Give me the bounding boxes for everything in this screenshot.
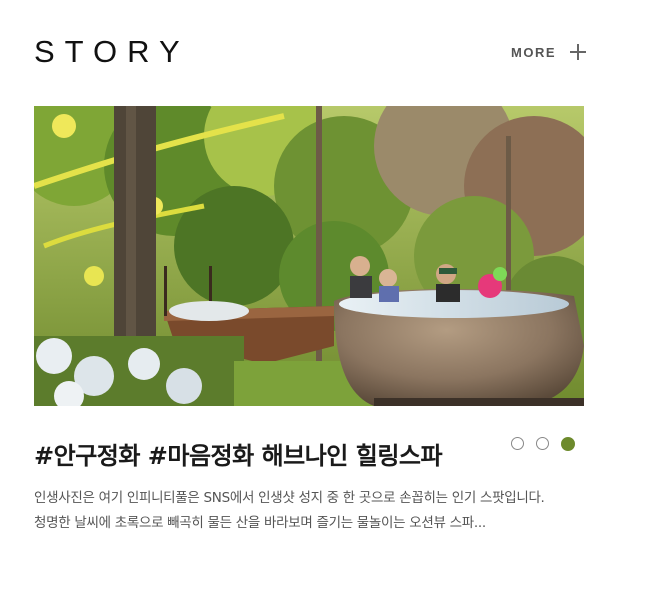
more-label: MORE (511, 44, 556, 60)
description-line: 인생사진은 여기 인피니티풀은 SNS에서 인생샷 성지 중 한 곳으로 손꼽히… (34, 490, 545, 506)
pager-dot-2[interactable] (536, 437, 549, 450)
pagination (511, 437, 575, 451)
pager-dot-1[interactable] (511, 437, 524, 450)
more-link[interactable]: MORE (511, 44, 586, 60)
story-description: 인생사진은 여기 인피니티풀은 SNS에서 인생샷 성지 중 한 곳으로 손꼽히… (34, 486, 594, 536)
section-title: STORY (34, 34, 190, 69)
pager-dot-3-active[interactable] (561, 437, 575, 451)
story-photo[interactable] (34, 106, 584, 406)
plus-icon (570, 44, 586, 60)
story-title[interactable]: #안구정화 #마음정화 해브나인 힐링스파 (34, 436, 443, 471)
description-line: 청명한 날씨에 초록으로 빼곡히 물든 산을 바라보며 즐기는 물놀이는 오션뷰… (34, 515, 486, 531)
